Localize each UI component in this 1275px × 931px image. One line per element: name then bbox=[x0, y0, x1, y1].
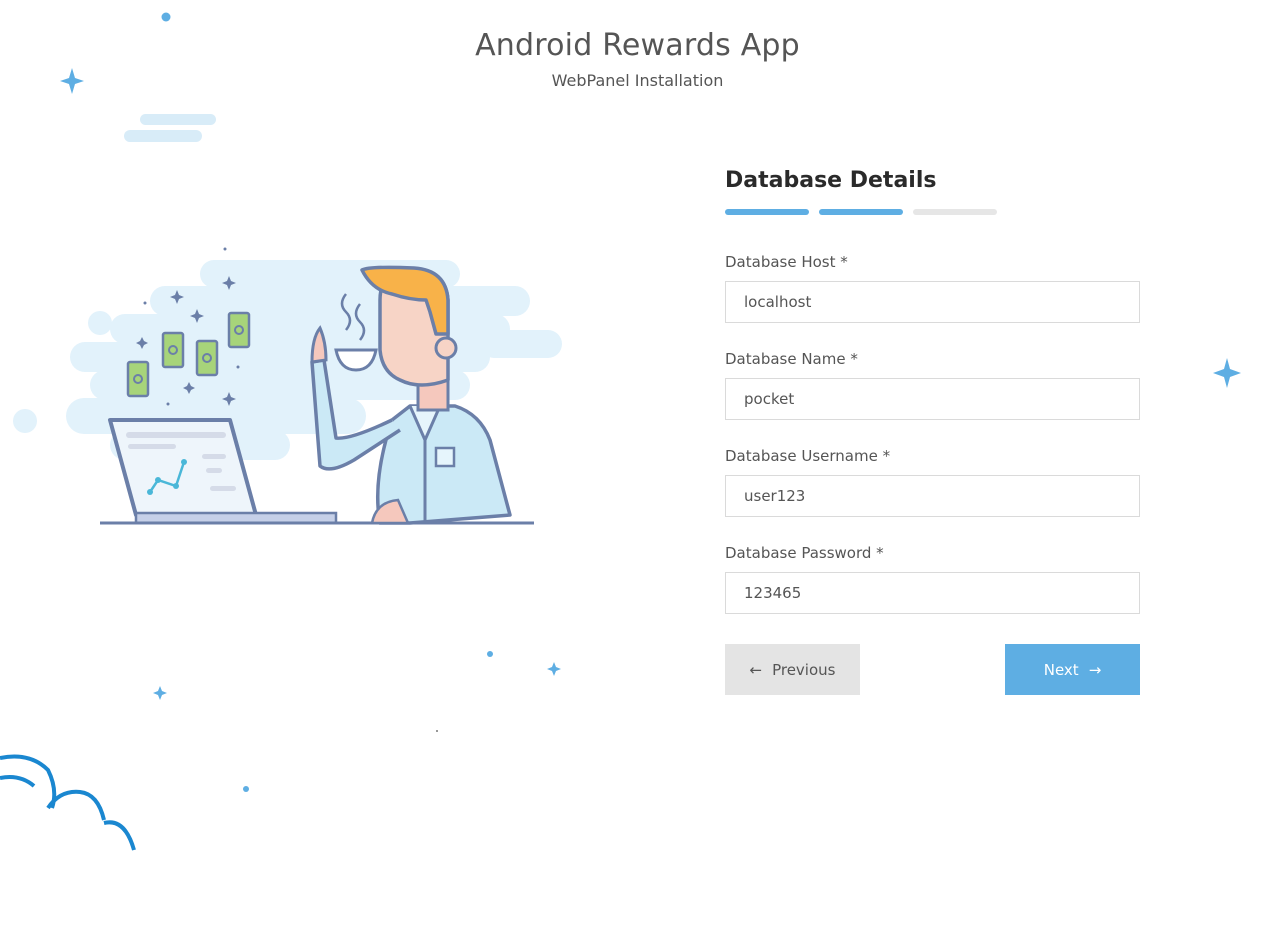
arrow-right-icon: → bbox=[1088, 660, 1102, 679]
field-database-password: Database Password * bbox=[725, 544, 1140, 614]
database-username-label: Database Username * bbox=[725, 447, 891, 465]
next-button[interactable]: Next → bbox=[1005, 644, 1140, 695]
sparkle-icon bbox=[547, 662, 561, 676]
sparkle-icon bbox=[153, 686, 167, 700]
cloud-outline-icon bbox=[0, 754, 136, 851]
illustration-image bbox=[13, 247, 562, 525]
form-fields: Database Host * Database Name * Database… bbox=[725, 253, 1140, 614]
form-actions: ← Previous Next → bbox=[725, 644, 1140, 695]
previous-button[interactable]: ← Previous bbox=[725, 644, 860, 695]
progress-step-2 bbox=[819, 209, 903, 215]
app-subtitle: WebPanel Installation bbox=[551, 71, 724, 90]
step-progress bbox=[725, 209, 1140, 215]
installer-page: Android Rewards App WebPanel Installatio… bbox=[0, 0, 1275, 931]
database-password-label: Database Password * bbox=[725, 544, 884, 562]
database-name-input[interactable] bbox=[725, 378, 1140, 420]
form-title: Database Details bbox=[725, 168, 937, 193]
field-database-name: Database Name * bbox=[725, 350, 1140, 420]
progress-step-3 bbox=[913, 209, 997, 215]
previous-button-label: Previous bbox=[772, 660, 836, 679]
decor-dot bbox=[487, 651, 493, 657]
progress-step-1 bbox=[725, 209, 809, 215]
app-title: Android Rewards App bbox=[475, 28, 800, 63]
next-button-label: Next bbox=[1043, 660, 1079, 679]
decor-dot bbox=[243, 786, 249, 792]
decor-dot bbox=[436, 730, 438, 732]
page-header: Android Rewards App WebPanel Installatio… bbox=[0, 28, 1275, 90]
cloud-icon bbox=[124, 114, 216, 142]
database-username-input[interactable] bbox=[725, 475, 1140, 517]
sparkle-icon bbox=[1213, 358, 1241, 388]
decor-dot bbox=[161, 12, 171, 22]
database-host-label: Database Host * bbox=[725, 253, 848, 271]
field-database-host: Database Host * bbox=[725, 253, 1140, 323]
database-form: Database Details Database Host * Databas… bbox=[725, 168, 1140, 695]
database-name-label: Database Name * bbox=[725, 350, 858, 368]
database-password-input[interactable] bbox=[725, 572, 1140, 614]
field-database-username: Database Username * bbox=[725, 447, 1140, 517]
database-host-input[interactable] bbox=[725, 281, 1140, 323]
arrow-left-icon: ← bbox=[749, 660, 763, 679]
